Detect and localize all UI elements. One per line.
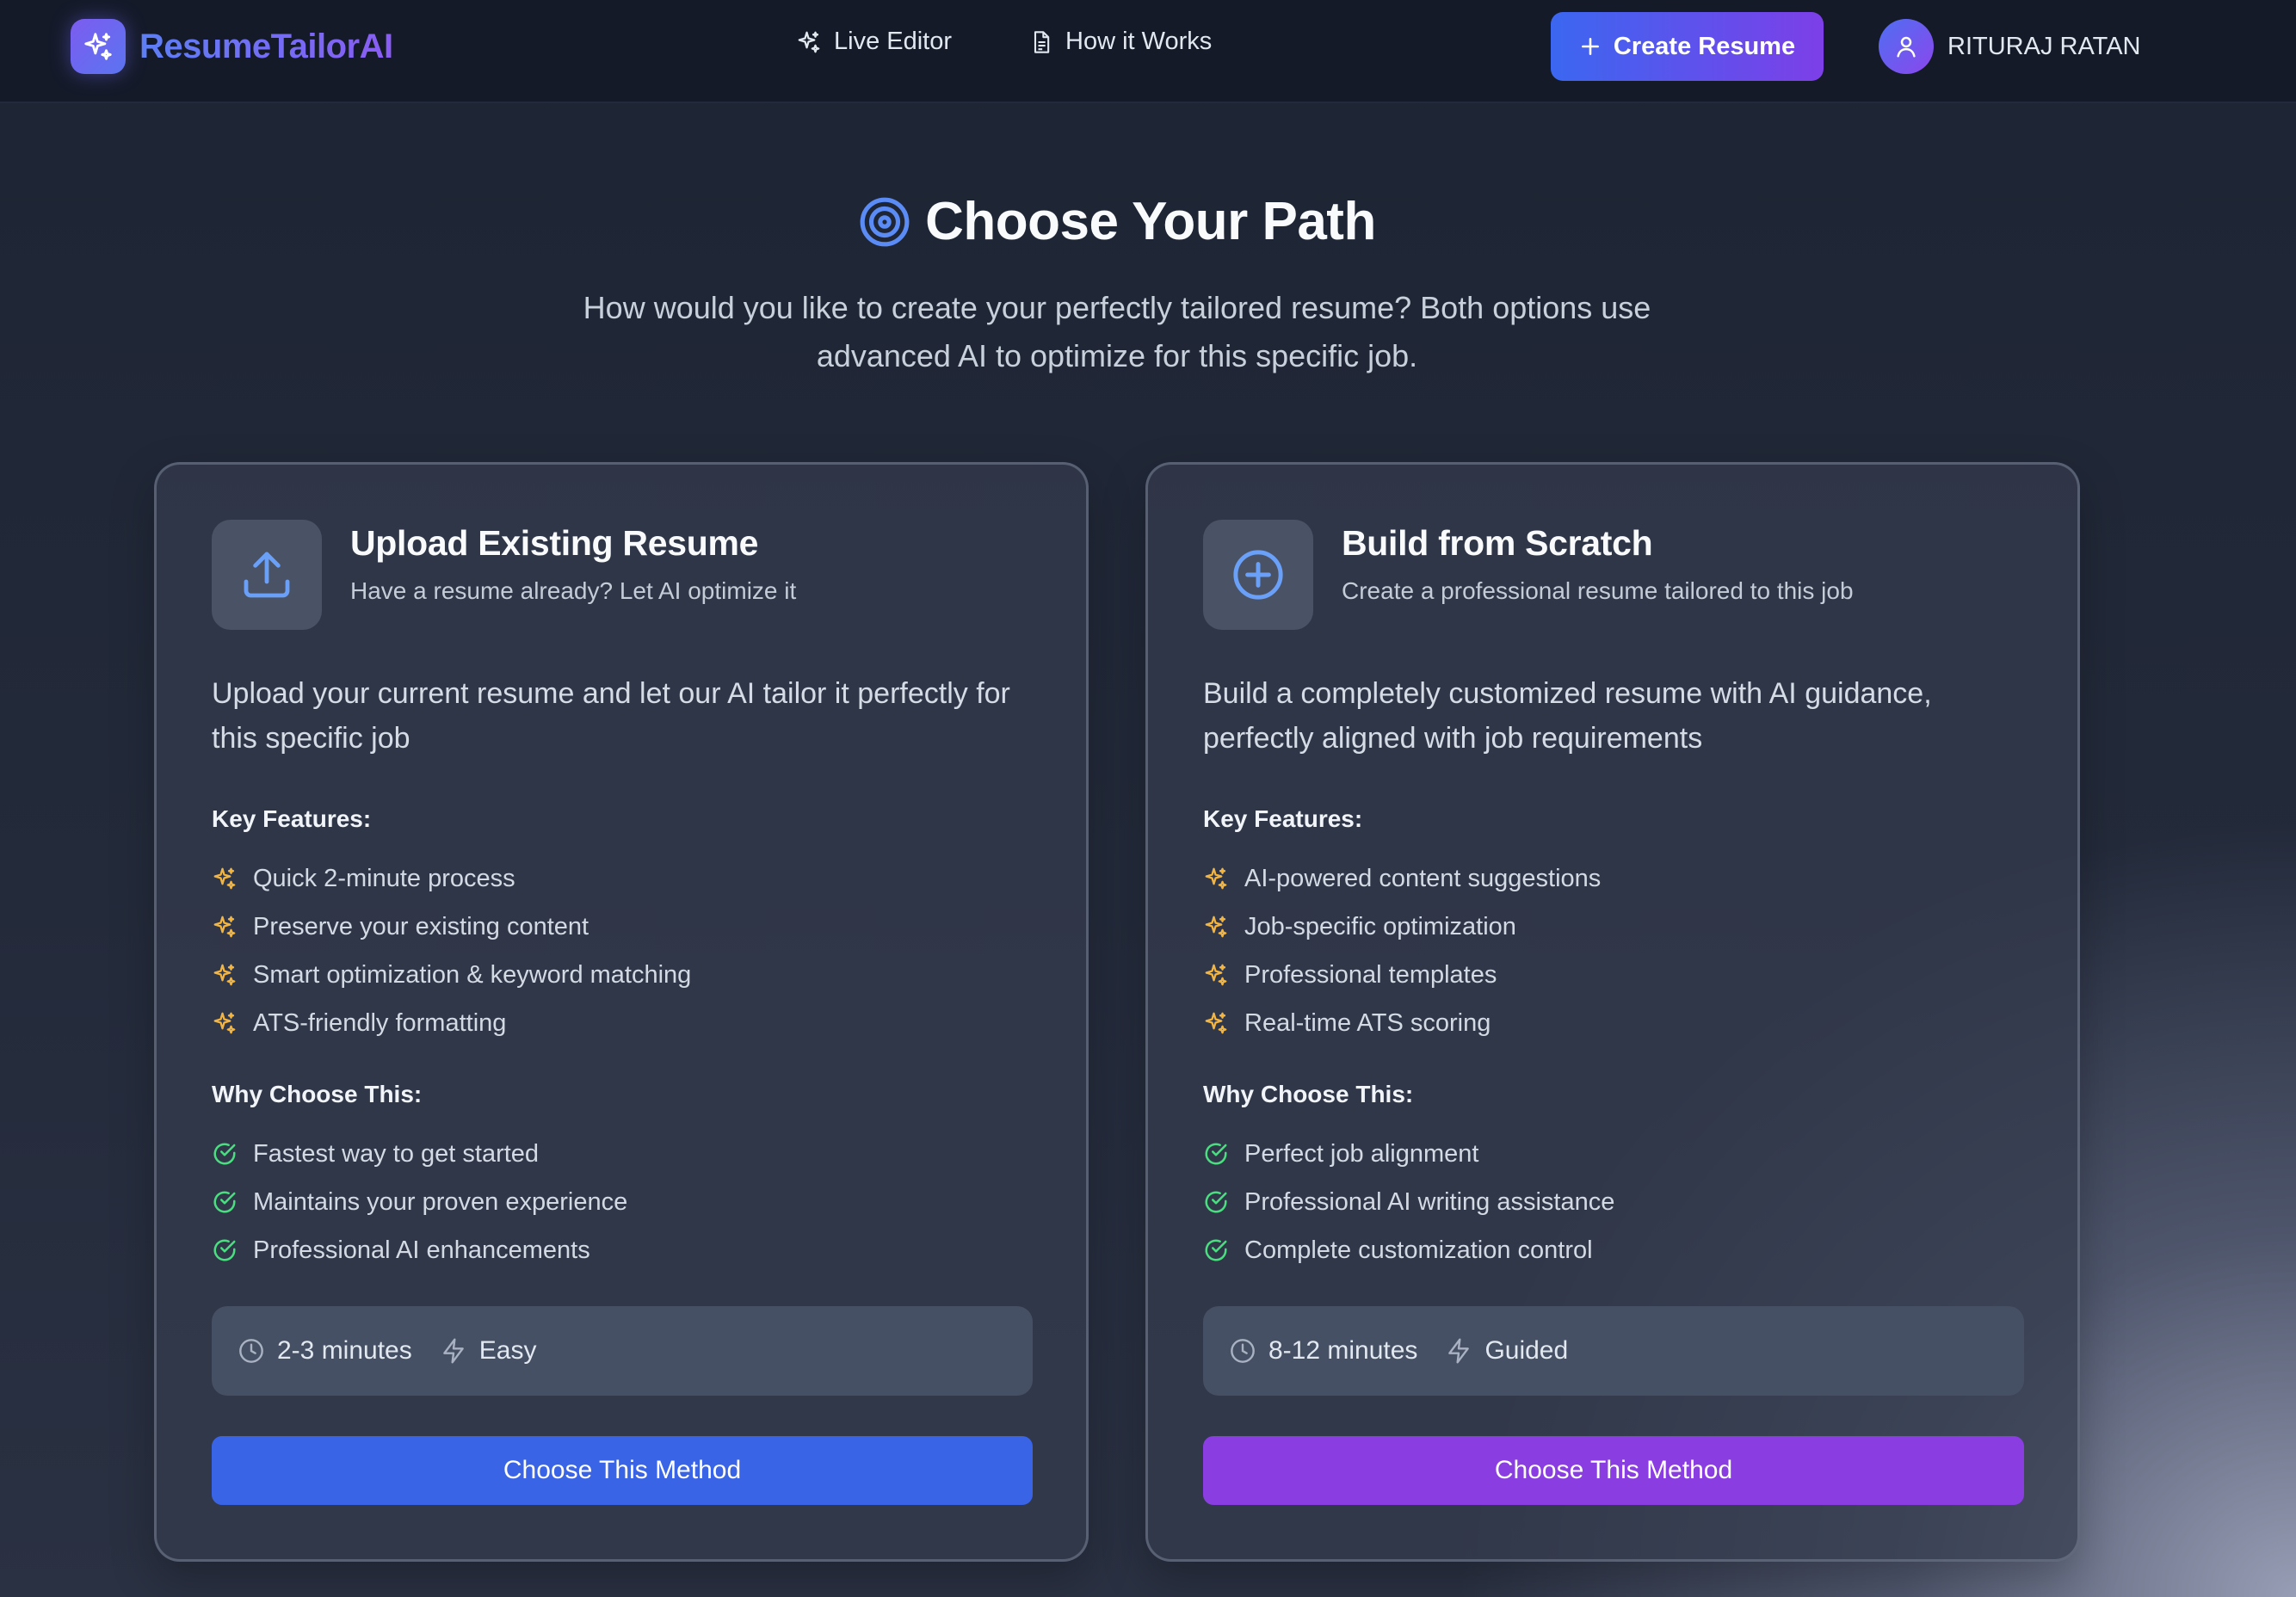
list-item: Professional AI enhancements bbox=[212, 1226, 1038, 1274]
why-text: Fastest way to get started bbox=[253, 1139, 540, 1168]
clock-icon bbox=[239, 1339, 263, 1363]
list-item: Preserve your existing content bbox=[212, 903, 1038, 951]
feature-text: Quick 2-minute process bbox=[253, 864, 515, 892]
upload-icon bbox=[212, 520, 322, 630]
sparkles-icon bbox=[1205, 916, 1227, 938]
why-text: Maintains your proven experience bbox=[253, 1187, 628, 1216]
key-features-list: Quick 2-minute process Preserve your exi… bbox=[212, 854, 1038, 1047]
feature-text: Preserve your existing content bbox=[253, 912, 589, 940]
logo[interactable]: ResumeTailorAI bbox=[71, 19, 393, 74]
method-meta: 8-12 minutes Guided bbox=[1203, 1306, 2024, 1396]
why-text: Perfect job alignment bbox=[1244, 1139, 1479, 1168]
user-name: RITURAJ RATAN bbox=[1947, 32, 2141, 60]
feature-text: Professional templates bbox=[1244, 960, 1497, 989]
list-item: Job-specific optimization bbox=[1203, 903, 2029, 951]
lightning-icon bbox=[1448, 1338, 1470, 1364]
card-description: Upload your current resume and let our A… bbox=[212, 677, 1010, 755]
check-circle-icon bbox=[213, 1191, 236, 1213]
card-subtitle: Create a professional resume tailored to… bbox=[1342, 577, 1854, 604]
check-circle-icon bbox=[1205, 1239, 1227, 1261]
page-subtitle: How would you like to create your perfec… bbox=[583, 290, 1651, 373]
list-item: Complete customization control bbox=[1203, 1226, 2029, 1274]
why-choose-label: Why Choose This: bbox=[212, 1081, 423, 1107]
sparkles-icon bbox=[1205, 867, 1227, 890]
top-navbar: ResumeTailorAI Live Editor How it Works … bbox=[0, 0, 2296, 103]
sparkles-icon bbox=[71, 19, 126, 74]
document-icon bbox=[1034, 30, 1050, 53]
list-item: Fastest way to get started bbox=[212, 1130, 1038, 1178]
list-item: Professional templates bbox=[1203, 951, 2029, 999]
choose-upload-method-button[interactable]: Choose This Method bbox=[212, 1436, 1033, 1505]
logo-text: ResumeTailorAI bbox=[139, 27, 393, 65]
check-circle-icon bbox=[213, 1143, 236, 1165]
duration-text: 8-12 minutes bbox=[1268, 1336, 1418, 1365]
list-item: Maintains your proven experience bbox=[212, 1178, 1038, 1226]
difficulty: Easy bbox=[440, 1336, 537, 1366]
target-icon bbox=[860, 197, 910, 246]
lightning-icon bbox=[442, 1338, 464, 1364]
list-item: Perfect job alignment bbox=[1203, 1130, 2029, 1178]
sparkles-icon bbox=[213, 1012, 236, 1034]
clock-icon bbox=[1231, 1339, 1255, 1363]
sparkles-icon bbox=[213, 867, 236, 890]
create-resume-button[interactable]: Create Resume bbox=[1551, 12, 1824, 81]
sparkles-icon bbox=[213, 964, 236, 986]
difficulty: Guided bbox=[1445, 1336, 1568, 1366]
duration-text: 2-3 minutes bbox=[277, 1336, 412, 1365]
list-item: ATS-friendly formatting bbox=[212, 999, 1038, 1047]
feature-text: ATS-friendly formatting bbox=[253, 1008, 507, 1037]
check-circle-icon bbox=[1205, 1143, 1227, 1165]
create-resume-label: Create Resume bbox=[1613, 32, 1796, 60]
why-choose-list: Perfect job alignment Professional AI wr… bbox=[1203, 1130, 2029, 1274]
difficulty-text: Easy bbox=[478, 1336, 537, 1365]
why-choose-list: Fastest way to get started Maintains you… bbox=[212, 1130, 1038, 1274]
card-subtitle: Have a resume already? Let AI optimize i… bbox=[350, 577, 797, 604]
nav-link-live-editor[interactable]: Live Editor bbox=[796, 28, 952, 56]
list-item: AI-powered content suggestions bbox=[1203, 854, 2029, 903]
card-description: Build a completely customized resume wit… bbox=[1203, 677, 1932, 755]
difficulty-text: Guided bbox=[1484, 1336, 1569, 1365]
sparkles-icon bbox=[1205, 964, 1227, 986]
why-text: Complete customization control bbox=[1244, 1236, 1593, 1264]
why-text: Professional AI writing assistance bbox=[1244, 1187, 1615, 1216]
duration: 2-3 minutes bbox=[238, 1336, 412, 1366]
sparkles-icon bbox=[1205, 1012, 1227, 1034]
build-from-scratch-card[interactable]: Build from Scratch Create a professional… bbox=[1145, 462, 2080, 1562]
page-title: Choose Your Path bbox=[0, 191, 2234, 252]
page-title-text: Choose Your Path bbox=[925, 192, 1376, 251]
list-item: Real-time ATS scoring bbox=[1203, 999, 2029, 1047]
choose-scratch-method-button[interactable]: Choose This Method bbox=[1203, 1436, 2024, 1505]
nav-link-how-it-works[interactable]: How it Works bbox=[1029, 28, 1212, 56]
why-text: Professional AI enhancements bbox=[253, 1236, 590, 1264]
feature-text: Real-time ATS scoring bbox=[1244, 1008, 1491, 1037]
duration: 8-12 minutes bbox=[1229, 1336, 1417, 1366]
sparkles-icon bbox=[213, 916, 236, 938]
key-features-label: Key Features: bbox=[1203, 805, 1363, 832]
feature-text: Smart optimization & keyword matching bbox=[253, 960, 692, 989]
card-title: Build from Scratch bbox=[1342, 523, 1653, 563]
user-menu[interactable]: RITURAJ RATAN bbox=[1879, 19, 2140, 74]
feature-text: AI-powered content suggestions bbox=[1244, 864, 1602, 892]
nav-link-label: How it Works bbox=[1065, 28, 1213, 55]
user-icon bbox=[1879, 19, 1934, 74]
feature-text: Job-specific optimization bbox=[1244, 912, 1516, 940]
list-item: Smart optimization & keyword matching bbox=[212, 951, 1038, 999]
check-circle-icon bbox=[1205, 1191, 1227, 1213]
card-title: Upload Existing Resume bbox=[350, 523, 759, 563]
method-meta: 2-3 minutes Easy bbox=[212, 1306, 1033, 1396]
check-circle-icon bbox=[213, 1239, 236, 1261]
key-features-list: AI-powered content suggestions Job-speci… bbox=[1203, 854, 2029, 1047]
upload-resume-card[interactable]: Upload Existing Resume Have a resume alr… bbox=[154, 462, 1089, 1562]
why-choose-label: Why Choose This: bbox=[1203, 1081, 1414, 1107]
list-item: Quick 2-minute process bbox=[212, 854, 1038, 903]
plus-icon bbox=[1581, 38, 1599, 55]
nav-link-label: Live Editor bbox=[834, 28, 953, 55]
sparkles-icon bbox=[798, 31, 820, 52]
list-item: Professional AI writing assistance bbox=[1203, 1178, 2029, 1226]
plus-circle-icon bbox=[1203, 520, 1313, 630]
key-features-label: Key Features: bbox=[212, 805, 372, 832]
